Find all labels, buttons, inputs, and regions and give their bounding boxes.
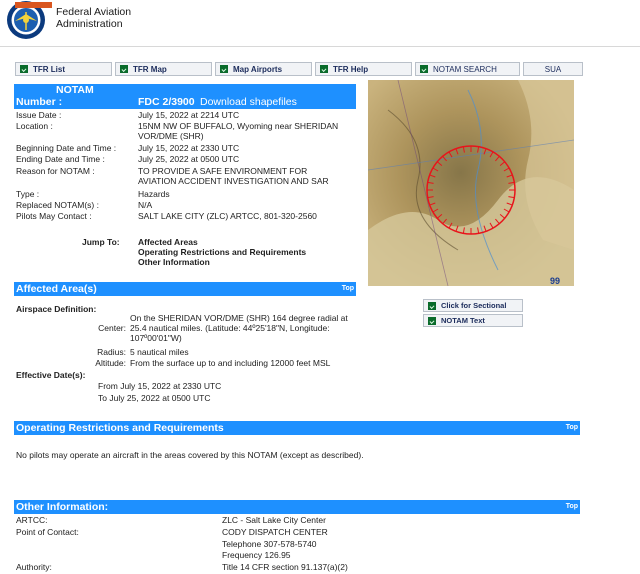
notam-title: NOTAM xyxy=(56,84,94,96)
chart-number: 99 xyxy=(550,276,560,286)
artcc-value: ZLC - Salt Lake City Center xyxy=(222,515,326,525)
nav-tfr-list[interactable]: TFR List xyxy=(15,62,112,76)
altitude-label: Altitude: xyxy=(95,358,126,368)
end-value: July 25, 2022 at 0500 UTC xyxy=(138,154,240,164)
top-link[interactable]: Top xyxy=(566,500,578,514)
top-link[interactable]: Top xyxy=(342,282,354,296)
location-label: Location : xyxy=(16,121,53,131)
top-link[interactable]: Top xyxy=(566,421,578,435)
jump-restrictions-link[interactable]: Operating Restrictions and Requirements xyxy=(138,247,306,257)
airspace-definition-label: Airspace Definition: xyxy=(16,304,97,314)
nav-tfr-map[interactable]: TFR Map xyxy=(115,62,212,76)
restrictions-text: No pilots may operate an aircraft in the… xyxy=(16,450,364,460)
nav-notam-search[interactable]: NOTAM SEARCH xyxy=(415,62,520,76)
poc-frequency: Frequency 126.95 xyxy=(222,550,291,560)
notam-text-button[interactable]: NOTAM Text xyxy=(423,314,523,327)
arrow-icon xyxy=(220,65,228,73)
issue-date-label: Issue Date : xyxy=(16,110,62,120)
altitude-value: From the surface up to and including 120… xyxy=(130,358,331,368)
contact-value: SALT LAKE CITY (ZLC) ARTCC, 801-320-2560 xyxy=(138,211,317,221)
poc-telephone: Telephone 307-578-5740 xyxy=(222,539,317,549)
mini-icon-left xyxy=(15,2,34,8)
mini-icon-right xyxy=(33,2,52,8)
nav-map-airports[interactable]: Map Airports xyxy=(215,62,312,76)
center-label: Center: xyxy=(98,323,126,333)
arrow-icon xyxy=(20,65,28,73)
click-for-sectional-button[interactable]: Click for Sectional xyxy=(423,299,523,312)
begin-label: Beginning Date and Time : xyxy=(16,143,117,153)
point-of-contact-label: Point of Contact: xyxy=(16,527,79,537)
other-information-header: Other Information: Top xyxy=(14,500,580,514)
replaced-label: Replaced NOTAM(s) : xyxy=(16,200,99,210)
arrow-icon xyxy=(320,65,328,73)
replaced-value: N/A xyxy=(138,200,153,210)
authority-label: Authority: xyxy=(16,562,52,572)
effective-from: From July 15, 2022 at 2330 UTC xyxy=(98,381,222,391)
contact-label: Pilots May Contact : xyxy=(16,211,92,221)
effective-to: To July 25, 2022 at 0500 UTC xyxy=(98,393,211,403)
number-label: Number : xyxy=(16,96,63,108)
jump-affected-areas-link[interactable]: Affected Areas xyxy=(138,237,198,247)
authority-value: Title 14 CFR section 91.137(a)(2) xyxy=(222,562,348,572)
notam-number: FDC 2/3900 xyxy=(138,96,195,108)
effective-dates-label: Effective Date(s): xyxy=(16,370,86,380)
header-divider xyxy=(0,46,640,47)
radius-label: Radius: xyxy=(97,347,126,357)
agency-name-line1: Federal Aviation xyxy=(56,6,132,18)
jump-other-info-link[interactable]: Other Information xyxy=(138,257,210,267)
download-shapefiles-link[interactable]: Download shapefiles xyxy=(200,96,297,108)
arrow-icon xyxy=(428,316,436,325)
artcc-label: ARTCC: xyxy=(16,515,48,525)
radius-value: 5 nautical miles xyxy=(130,347,189,357)
center-value: On the SHERIDAN VOR/DME (SHR) 164 degree… xyxy=(130,313,348,343)
begin-value: July 15, 2022 at 2330 UTC xyxy=(138,143,240,153)
poc-name: CODY DISPATCH CENTER xyxy=(222,527,328,537)
sectional-map[interactable]: 99 xyxy=(367,79,575,287)
location-value: 15NM NW OF BUFFALO, Wyoming near SHERIDA… xyxy=(138,121,339,141)
type-label: Type : xyxy=(16,189,40,199)
arrow-icon xyxy=(428,301,436,310)
type-value: Hazards xyxy=(138,189,170,199)
end-label: Ending Date and Time : xyxy=(16,154,105,164)
nav-sua[interactable]: SUA xyxy=(523,62,583,76)
arrow-icon xyxy=(420,65,428,73)
reason-label: Reason for NOTAM : xyxy=(16,166,95,176)
agency-name-line2: Administration xyxy=(56,18,123,30)
reason-value: TO PROVIDE A SAFE ENVIRONMENT FOR AVIATI… xyxy=(138,166,329,186)
affected-areas-header: Affected Area(s) Top xyxy=(14,282,356,296)
jump-to-label: Jump To: xyxy=(82,237,120,247)
arrow-icon xyxy=(120,65,128,73)
nav-tfr-help[interactable]: TFR Help xyxy=(315,62,412,76)
issue-date-value: July 15, 2022 at 2214 UTC xyxy=(138,110,240,120)
operating-restrictions-header: Operating Restrictions and Requirements … xyxy=(14,421,580,435)
